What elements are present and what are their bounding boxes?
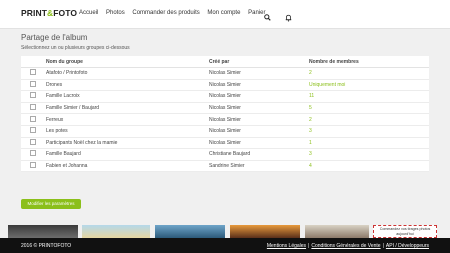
logo-text-right: FOTO [53, 8, 78, 18]
main-content: Partage de l'album Sélectionnez un ou pl… [21, 33, 429, 173]
top-navbar: PRINT&FOTO Accueil Photos Commander des … [0, 0, 450, 29]
group-members: 2 [305, 67, 429, 80]
photo-thumbnail[interactable] [155, 225, 225, 238]
row-checkbox-cell [21, 113, 42, 126]
group-members: Uniquement moi [305, 79, 429, 92]
group-creator: Sandrine Simier [205, 160, 305, 173]
footer-link-cgv[interactable]: Conditions Générales de Vente [311, 243, 380, 249]
tooltip-line-2: aujourd'hui [396, 232, 414, 236]
group-name: Participants Noël chez la mamie [42, 137, 205, 150]
header-created-by: Créé par [205, 56, 305, 68]
row-checkbox-cell [21, 125, 42, 138]
group-members: 3 [305, 148, 429, 161]
table-row[interactable]: Famille Lacroix Nicolas Simier 11 [21, 90, 429, 103]
checkbox-icon[interactable] [30, 127, 36, 134]
nav-panier[interactable]: Panier [248, 10, 265, 16]
table-row[interactable]: Les potes Nicolas Simier 3 [21, 125, 429, 138]
photo-thumbnail[interactable] [82, 225, 150, 238]
group-creator: Nicolas Simier [205, 102, 305, 115]
nav-icons [264, 9, 302, 27]
group-name: Famille Simier / Baujard [42, 102, 205, 115]
table-row[interactable]: Drones Nicolas Simier Uniquement moi [21, 79, 429, 92]
groups-table: Nom du groupe Créé par Nombre de membres… [21, 56, 429, 173]
group-creator: Nicolas Simier [205, 79, 305, 92]
logo[interactable]: PRINT&FOTO [21, 8, 77, 18]
header-select [21, 56, 42, 68]
photo-thumbnail[interactable] [8, 225, 78, 238]
page-subtitle: Sélectionnez un ou plusieurs groupes ci-… [21, 45, 130, 51]
search-icon[interactable] [264, 14, 271, 21]
logo-text-left: PRINT [21, 8, 47, 18]
table-row[interactable]: Participants Noël chez la mamie Nicolas … [21, 137, 429, 150]
checkbox-icon[interactable] [30, 115, 36, 122]
table-row[interactable]: Famille Simier / Baujard Nicolas Simier … [21, 102, 429, 115]
group-name: Atafoto / Printofoto [42, 67, 205, 80]
group-members: 1 [305, 137, 429, 150]
header-member-count: Nombre de membres [305, 56, 429, 68]
group-creator: Nicolas Simier [205, 137, 305, 150]
checkbox-icon[interactable] [30, 69, 36, 76]
footer-copyright: 2016 © PRINTOFOTO [21, 243, 72, 249]
group-members: 2 [305, 113, 429, 126]
checkbox-icon[interactable] [30, 138, 36, 145]
group-creator: Nicolas Simier [205, 125, 305, 138]
group-name: Ferreux [42, 113, 205, 126]
nav-mon-compte[interactable]: Mon compte [207, 10, 240, 16]
nav-photos[interactable]: Photos [106, 10, 125, 16]
nav-commander[interactable]: Commander des produits [132, 10, 199, 16]
row-checkbox-cell [21, 79, 42, 92]
photo-thumbnail[interactable] [230, 225, 300, 238]
footer: 2016 © PRINTOFOTO Mentions Légales | Condi… [0, 238, 450, 253]
table-row[interactable]: Famille Baujard Christiane Baujard 3 [21, 148, 429, 161]
modify-settings-button[interactable]: Modifier les paramètres [21, 199, 81, 209]
row-checkbox-cell [21, 67, 42, 80]
footer-link-legal[interactable]: Mentions Légales [267, 243, 306, 249]
row-checkbox-cell [21, 148, 42, 161]
group-creator: Nicolas Simier [205, 90, 305, 103]
checkbox-icon[interactable] [30, 80, 36, 87]
table-row[interactable]: Ferreux Nicolas Simier 2 [21, 113, 429, 126]
table-row[interactable]: Atafoto / Printofoto Nicolas Simier 2 [21, 67, 429, 80]
group-name: Drones [42, 79, 205, 92]
footer-link-api[interactable]: API / Développeurs [386, 243, 429, 249]
order-prints-tooltip[interactable]: Commandez vos tirages photos aujourd'hui [373, 225, 437, 238]
footer-separator: | [308, 243, 310, 249]
group-members: 4 [305, 160, 429, 173]
table-row[interactable]: Fabien et Johanna Sandrine Simier 4 [21, 160, 429, 173]
footer-separator: | [382, 243, 384, 249]
checkbox-icon[interactable] [30, 150, 36, 157]
nav-accueil[interactable]: Accueil [79, 10, 98, 16]
photo-thumbnail[interactable] [305, 225, 369, 238]
footer-links: Mentions Légales | Conditions Générales de… [267, 243, 429, 249]
row-checkbox-cell [21, 137, 42, 150]
group-name: Les potes [42, 125, 205, 138]
group-name: Famille Lacroix [42, 90, 205, 103]
row-checkbox-cell [21, 90, 42, 103]
group-creator: Christiane Baujard [205, 148, 305, 161]
checkbox-icon[interactable] [30, 92, 36, 99]
page-title: Partage de l'album [21, 33, 88, 42]
row-checkbox-cell [21, 102, 42, 115]
group-creator: Nicolas Simier [205, 113, 305, 126]
group-members: 5 [305, 102, 429, 115]
group-name: Fabien et Johanna [42, 160, 205, 173]
group-members: 3 [305, 125, 429, 138]
checkbox-icon[interactable] [30, 104, 36, 111]
main-nav: Accueil Photos Commander des produits Mo… [79, 10, 271, 16]
checkbox-icon[interactable] [30, 162, 36, 169]
row-checkbox-cell [21, 160, 42, 173]
table-header-row: Nom du groupe Créé par Nombre de membres [21, 56, 429, 68]
header-group-name: Nom du groupe [42, 56, 205, 68]
group-name: Famille Baujard [42, 148, 205, 161]
bell-icon[interactable] [285, 14, 292, 22]
group-creator: Nicolas Simier [205, 67, 305, 80]
group-members: 11 [305, 90, 429, 103]
